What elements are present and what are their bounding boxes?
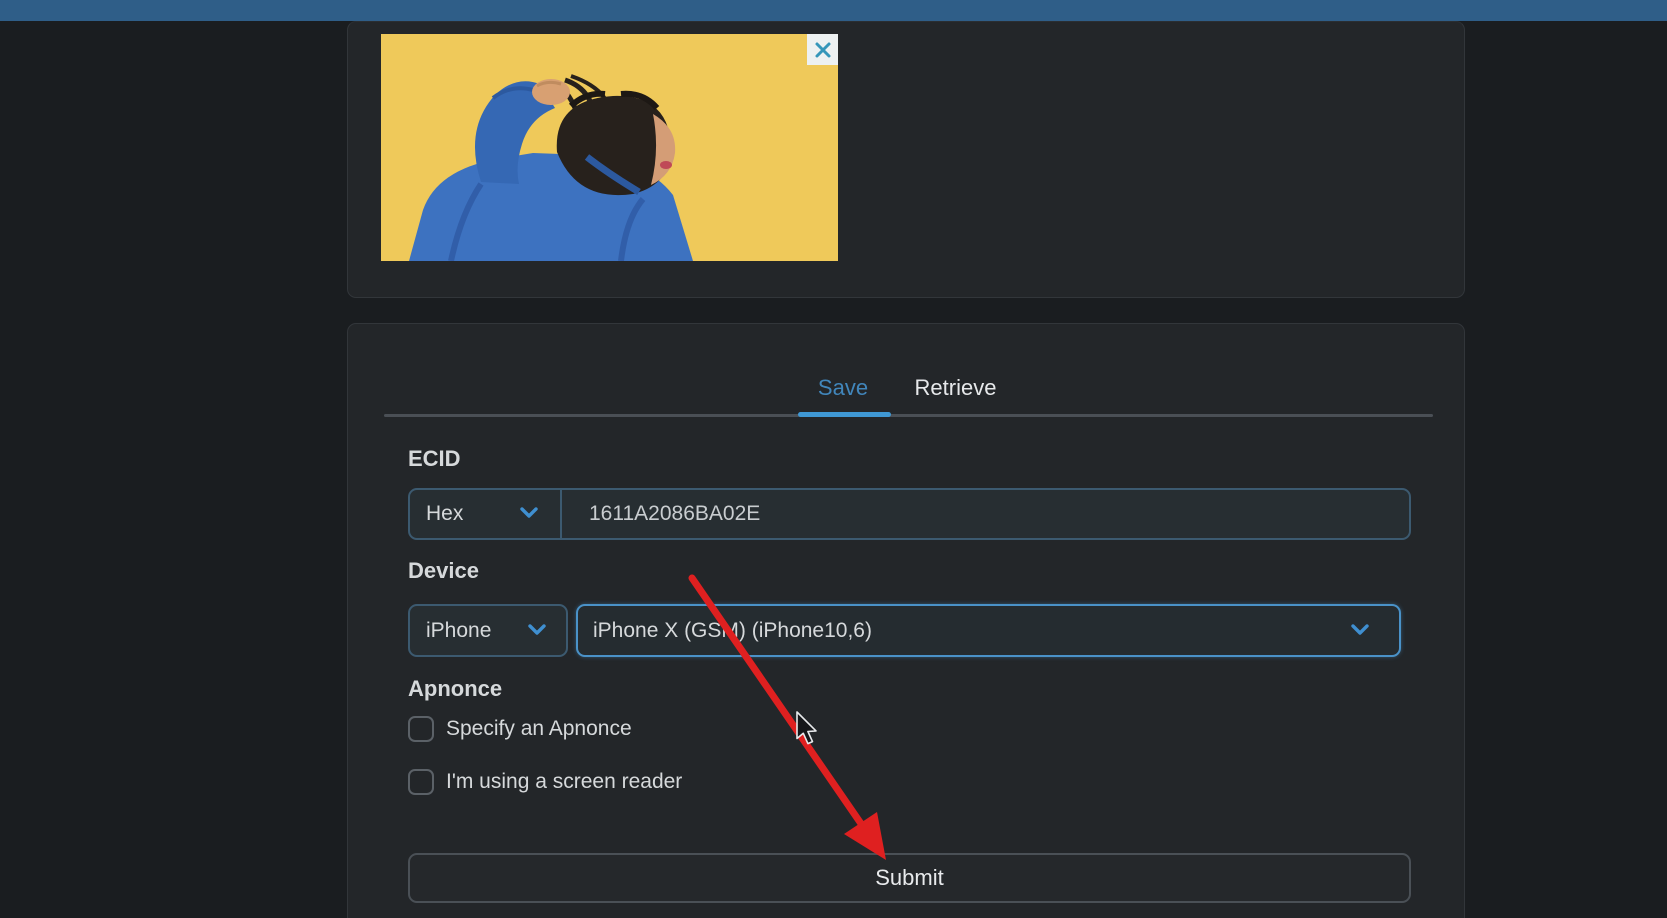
chevron-down-icon	[528, 624, 546, 635]
close-icon	[815, 42, 830, 57]
ad-banner[interactable]	[381, 34, 838, 261]
ecid-input[interactable]: 1611A2086BA02E	[562, 490, 1409, 538]
screen-reader-option-label: I'm using a screen reader	[446, 770, 683, 793]
specify-apnonce-checkbox[interactable]	[408, 716, 434, 742]
device-type-value: iPhone	[426, 618, 492, 642]
chevron-down-icon	[1351, 624, 1369, 635]
chevron-down-icon	[520, 507, 538, 518]
device-model-select[interactable]: iPhone X (GSM) (iPhone10,6)	[576, 604, 1401, 657]
ecid-format-value: Hex	[426, 502, 464, 525]
ecid-value: 1611A2086BA02E	[589, 502, 761, 525]
ecid-input-group: Hex 1611A2086BA02E	[408, 488, 1411, 540]
ecid-format-select[interactable]: Hex	[410, 490, 562, 538]
ad-close-button[interactable]	[807, 34, 838, 65]
tab-retrieve[interactable]: Retrieve	[898, 375, 1013, 405]
specify-apnonce-option[interactable]: Specify an Apnonce	[408, 716, 632, 742]
ad-photo	[381, 34, 838, 261]
active-tab-indicator	[798, 412, 891, 417]
ad-card	[347, 21, 1465, 298]
page: Save Retrieve ECID Hex 1611A2086BA02E De…	[0, 0, 1667, 918]
device-type-select[interactable]: iPhone	[408, 604, 568, 657]
apnonce-label: Apnonce	[408, 676, 503, 701]
screen-reader-option[interactable]: I'm using a screen reader	[408, 769, 682, 795]
tab-save[interactable]: Save	[803, 375, 883, 405]
device-model-value: iPhone X (GSM) (iPhone10,6)	[593, 618, 872, 642]
submit-button[interactable]: Submit	[408, 853, 1411, 903]
specify-apnonce-option-label: Specify an Apnonce	[446, 717, 632, 740]
ecid-label: ECID	[408, 446, 461, 471]
shsh-form-card: Save Retrieve ECID Hex 1611A2086BA02E De…	[347, 323, 1465, 918]
top-navigation-bar[interactable]	[0, 0, 1667, 21]
tabs-divider	[384, 414, 1433, 417]
device-label: Device	[408, 558, 479, 583]
screen-reader-checkbox[interactable]	[408, 769, 434, 795]
